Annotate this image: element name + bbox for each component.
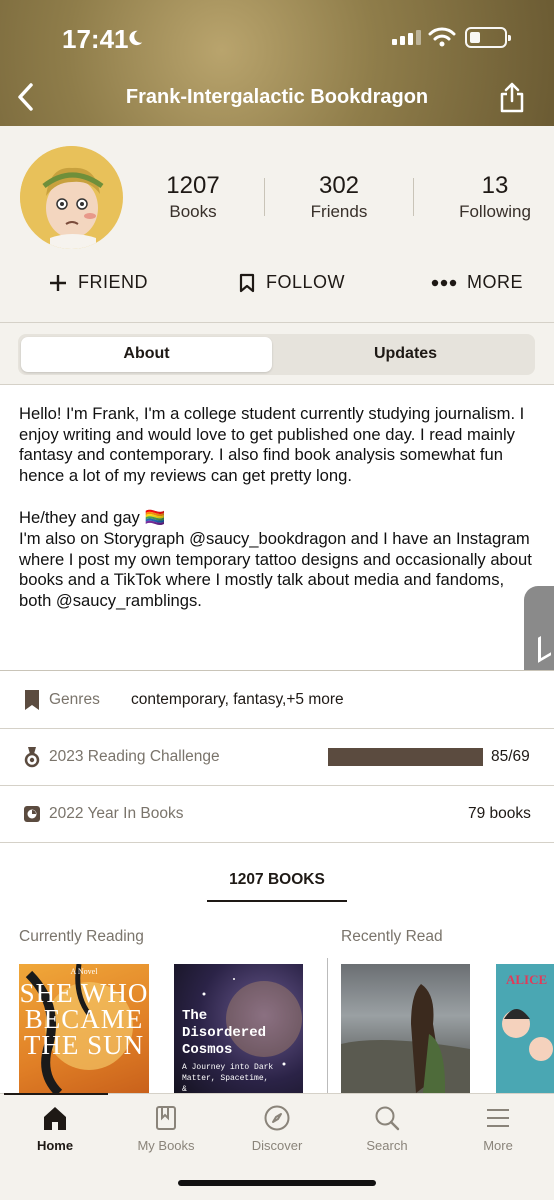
- stat-following-value: 13: [481, 172, 509, 199]
- profile-tabs: About Updates: [18, 334, 535, 375]
- friend-button[interactable]: FRIEND: [48, 272, 148, 293]
- books-section: 1207 BOOKS Currently Reading Recently Re…: [0, 843, 554, 1098]
- tab-my-books-label: My Books: [137, 1138, 195, 1153]
- back-chevron-icon[interactable]: [12, 80, 42, 114]
- recently-read-label[interactable]: Recently Read: [341, 928, 443, 946]
- tab-all-books[interactable]: 1207 BOOKS: [207, 871, 347, 889]
- tab-home[interactable]: Home: [5, 1104, 105, 1153]
- page-title: Frank-Intergalactic Bookdragon: [125, 86, 429, 108]
- info-rows: Genres contemporary, fantasy,+5 more 202…: [0, 671, 554, 843]
- progress-fill: [328, 748, 483, 766]
- active-tab-indicator: [4, 1093, 108, 1095]
- genres-label: Genres: [49, 691, 100, 708]
- friend-button-label: FRIEND: [78, 272, 148, 292]
- follow-button-label: FOLLOW: [266, 272, 346, 292]
- status-time: 17:41: [62, 24, 129, 54]
- about-paragraph: I'm also on Storygraph @saucy_bookdragon…: [19, 529, 532, 611]
- year-in-books-icon: [24, 806, 40, 822]
- battery-icon: [465, 27, 511, 48]
- tab-about-label[interactable]: About: [21, 345, 272, 363]
- tab-search-label: Search: [366, 1138, 408, 1153]
- reading-challenge-value: 85/69: [491, 748, 530, 765]
- moon-icon: [129, 30, 143, 46]
- stat-books-value: 1207: [166, 172, 220, 199]
- tab-more[interactable]: More: [448, 1104, 548, 1153]
- follow-button[interactable]: FOLLOW: [238, 272, 345, 293]
- cover-small: A Journey into Dark Matter, Spacetime, &: [182, 1063, 274, 1093]
- search-icon: [375, 1106, 400, 1131]
- medal-icon: [24, 747, 40, 768]
- signal-icon: [392, 30, 421, 45]
- stat-friends[interactable]: 302 Friends: [300, 172, 378, 222]
- stat-friends-value: 302: [318, 172, 360, 199]
- stat-following[interactable]: 13 Following: [452, 172, 538, 222]
- stat-divider: [264, 178, 265, 216]
- wifi-icon: [428, 27, 456, 47]
- cover-title: The Disordered Cosmos: [182, 1008, 267, 1058]
- more-button-label: MORE: [467, 272, 523, 292]
- bookmark-filled-icon: [25, 690, 39, 710]
- divider: [0, 322, 554, 323]
- cover-title: ALICE: [506, 972, 548, 987]
- compass-icon: [264, 1105, 290, 1131]
- profile-header: 17:41 Frank-Intergalactic Bookdragon: [0, 0, 554, 126]
- tab-more-label: More: [483, 1138, 513, 1153]
- year-in-books-value: 79 books: [468, 805, 531, 822]
- tab-discover-label: Discover: [251, 1138, 303, 1153]
- stat-divider: [413, 178, 414, 216]
- cover-small: A Novel: [70, 967, 98, 976]
- genres-row[interactable]: Genres contemporary, fantasy,+5 more: [0, 671, 554, 728]
- more-button[interactable]: MORE: [431, 272, 523, 293]
- about-paragraph: He/they and gay 🏳️‍🌈: [19, 508, 166, 527]
- book-cover[interactable]: A Novel SHE WHO BECAME THE SUN: [19, 964, 149, 1093]
- menu-icon: [487, 1109, 509, 1127]
- stat-books[interactable]: 1207 Books: [158, 172, 228, 222]
- reading-challenge-label: 2023 Reading Challenge: [49, 748, 220, 765]
- avatar-illustration: [20, 146, 122, 249]
- cover-art: [341, 984, 470, 1093]
- reading-challenge-row[interactable]: 2023 Reading Challenge 85/69: [0, 728, 554, 785]
- book-cover[interactable]: ALICE: [496, 964, 554, 1093]
- tab-search[interactable]: Search: [337, 1104, 437, 1153]
- about-section: Hello! I'm Frank, I'm a college student …: [0, 385, 554, 670]
- currently-reading-label[interactable]: Currently Reading: [19, 928, 144, 946]
- tab-home-label: Home: [36, 1138, 74, 1153]
- stat-books-label: Books: [169, 202, 217, 221]
- year-in-books-label: 2022 Year In Books: [49, 805, 184, 822]
- tab-updates[interactable]: Updates: [280, 345, 531, 363]
- profile-card: 1207 Books 302 Friends 13 Following FRIE…: [0, 126, 554, 322]
- book-cover[interactable]: The Disordered Cosmos A Journey into Dar…: [174, 964, 303, 1093]
- home-indicator: [178, 1180, 376, 1186]
- tab-my-books[interactable]: My Books: [116, 1104, 216, 1153]
- plus-icon: [50, 274, 66, 291]
- more-icon: [431, 279, 457, 286]
- book-cover[interactable]: [341, 964, 470, 1093]
- bookmark-icon: [239, 273, 255, 292]
- year-in-books-row[interactable]: 2022 Year In Books 79 books: [0, 785, 554, 842]
- shelf-divider: [327, 958, 328, 1098]
- avatar[interactable]: [20, 146, 123, 249]
- genres-value: contemporary, fantasy,+5 more: [131, 691, 344, 708]
- tab-underline: [207, 900, 347, 902]
- about-paragraph: Hello! I'm Frank, I'm a college student …: [19, 404, 525, 486]
- cover-title: SHE WHO BECAME THE SUN: [19, 978, 149, 1060]
- share-icon[interactable]: [497, 80, 527, 114]
- my-books-icon: [156, 1106, 176, 1130]
- home-icon: [44, 1107, 66, 1130]
- stat-following-label: Following: [459, 202, 531, 221]
- reading-challenge-progress: [328, 748, 483, 766]
- stat-friends-label: Friends: [310, 202, 368, 221]
- tab-discover[interactable]: Discover: [227, 1104, 327, 1153]
